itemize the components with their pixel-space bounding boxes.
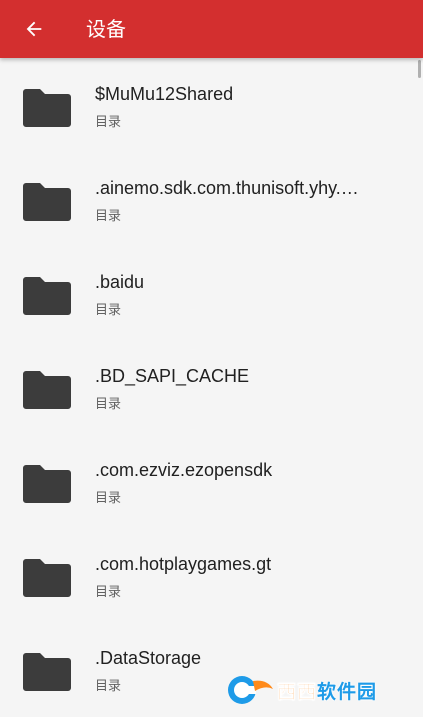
folder-icon (23, 653, 71, 691)
item-type: 目录 (95, 491, 122, 506)
list-item[interactable]: .BD_SAPI_CACHE 目录 (0, 340, 423, 434)
item-type: 目录 (95, 303, 122, 318)
folder-icon (23, 89, 71, 127)
list-item[interactable]: .com.ezviz.ezopensdk 目录 (0, 434, 423, 528)
arrow-left-icon (26, 21, 42, 37)
page-title: 设备 (86, 17, 126, 41)
folder-icon (23, 277, 71, 315)
item-name: .baidu (95, 272, 145, 292)
scrollbar[interactable] (418, 60, 421, 78)
list-item[interactable]: .com.hotplaygames.gt 目录 (0, 528, 423, 622)
directory-list: $MuMu12Shared 目录 .ainemo.sdk.com.thuniso… (0, 58, 423, 716)
item-name: .DataStorage (95, 648, 202, 668)
folder-icon (23, 371, 71, 409)
item-type: 目录 (95, 115, 122, 130)
list-item[interactable]: $MuMu12Shared 目录 (0, 58, 423, 152)
item-name: .BD_SAPI_CACHE (95, 366, 250, 386)
folder-icon (23, 559, 71, 597)
list-item[interactable]: .baidu 目录 (0, 246, 423, 340)
item-name: .com.ezviz.ezopensdk (95, 460, 273, 480)
cr173-logo-icon (228, 676, 273, 704)
item-type: 目录 (95, 585, 122, 600)
item-name: .ainemo.sdk.com.thunisoft.yhy.… (95, 178, 359, 198)
watermark-brand-b: 软件园 (317, 680, 378, 703)
list-item[interactable]: .ainemo.sdk.com.thunisoft.yhy.… 目录 (0, 152, 423, 246)
watermark: 西西 软件园 (225, 673, 405, 707)
item-name: $MuMu12Shared (95, 84, 234, 104)
file-browser-screen: 设备 $MuMu12Shared 目录 .ainemo.sdk.com.thun… (0, 0, 423, 717)
app-bar: 设备 (0, 0, 423, 58)
folder-icon (23, 465, 71, 503)
watermark-brand-a: 西西 (277, 680, 318, 703)
item-type: 目录 (95, 209, 122, 224)
item-type: 目录 (95, 397, 122, 412)
back-button[interactable] (14, 9, 54, 49)
item-type: 目录 (95, 679, 122, 694)
folder-icon (23, 183, 71, 221)
item-name: .com.hotplaygames.gt (95, 554, 272, 574)
